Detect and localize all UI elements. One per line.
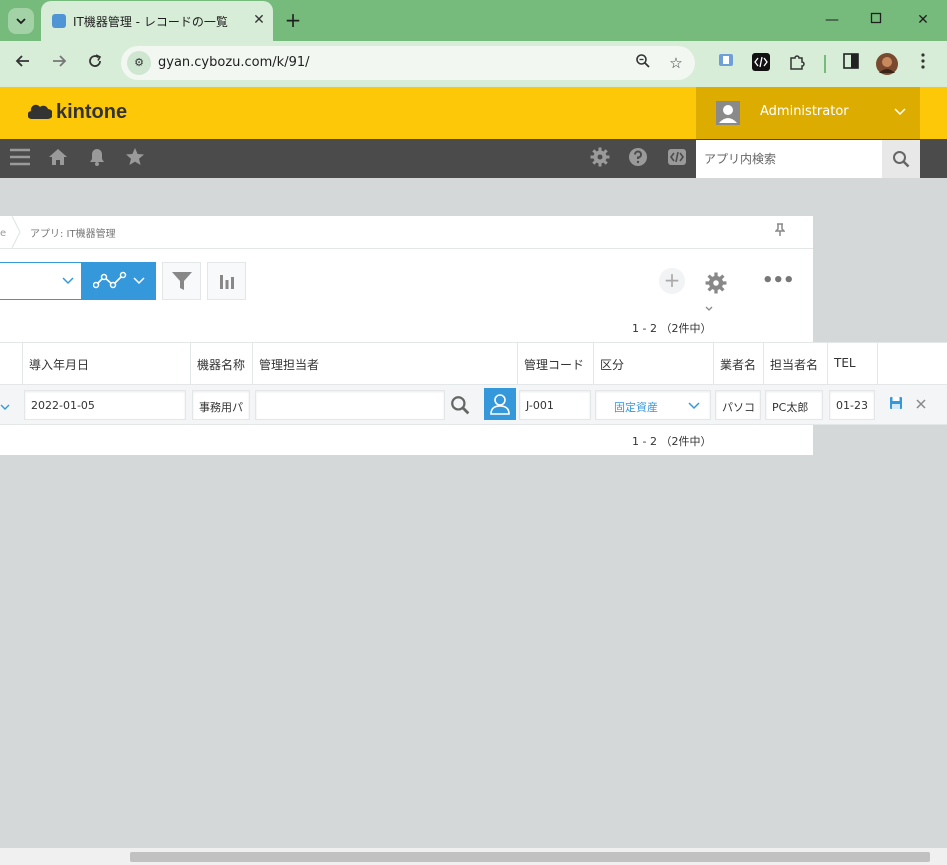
- bar-chart-icon: [219, 275, 234, 289]
- manager-field[interactable]: [255, 390, 445, 420]
- url-text[interactable]: gyan.cybozu.com/k/91/: [158, 55, 310, 70]
- chevron-down-icon: [133, 277, 145, 285]
- search-icon: [893, 151, 910, 168]
- column-header-manager[interactable]: 管理担当者: [252, 343, 517, 384]
- extensions-puzzle-icon[interactable]: [786, 53, 808, 75]
- translate-extension-icon[interactable]: [715, 53, 737, 75]
- tab-search-button[interactable]: [8, 8, 34, 34]
- contact-field[interactable]: PC太郎: [765, 390, 823, 420]
- user-avatar: [716, 101, 740, 125]
- back-arrow-icon[interactable]: [12, 53, 34, 75]
- browser-tab-active[interactable]: IT機器管理 - レコードの一覧 ✕: [41, 1, 273, 41]
- breadcrumb-divider: [0, 248, 813, 249]
- notification-bell-icon[interactable]: [85, 147, 109, 171]
- search-icon[interactable]: [450, 395, 472, 417]
- side-panel-icon[interactable]: [840, 53, 862, 75]
- code-field[interactable]: J-001: [519, 390, 591, 420]
- category-dropdown[interactable]: 固定資産: [595, 390, 711, 420]
- hamburger-menu-icon[interactable]: [8, 147, 32, 171]
- bookmark-star-icon[interactable]: ☆: [666, 53, 686, 73]
- favorites-star-icon[interactable]: [123, 147, 147, 171]
- device-name-field[interactable]: 事務用パ: [192, 390, 250, 420]
- column-header-date[interactable]: 導入年月日: [22, 343, 190, 384]
- breadcrumb-separator-icon: e: [0, 216, 21, 248]
- user-menu[interactable]: Administrator: [696, 87, 920, 139]
- kintone-logo-text[interactable]: kintone: [56, 101, 127, 124]
- minimize-window-icon[interactable]: —: [822, 10, 842, 30]
- browser-toolbar: ⚙ gyan.cybozu.com/k/91/ ☆: [0, 41, 947, 87]
- browser-tab-bar: IT機器管理 - レコードの一覧 ✕ + — ✕: [0, 0, 947, 41]
- app-settings-gear-icon[interactable]: [588, 147, 612, 171]
- date-field[interactable]: 2022-01-05: [24, 390, 186, 420]
- table-row: 2022-01-05 事務用パ J-001 固定資産 パソコ PC太郎 01-2…: [0, 385, 947, 425]
- app-search-input[interactable]: [696, 140, 882, 178]
- column-header-contact[interactable]: 担当者名: [763, 343, 827, 384]
- horizontal-scrollbar[interactable]: [0, 848, 947, 865]
- maximize-window-icon[interactable]: [866, 10, 886, 30]
- kintone-logo-icon: [28, 104, 52, 120]
- user-picker-button[interactable]: [484, 388, 516, 420]
- scrollbar-thumb[interactable]: [130, 852, 930, 862]
- code-extension-icon[interactable]: [750, 53, 772, 75]
- line-graph-icon: [93, 271, 127, 289]
- developer-code-icon[interactable]: [665, 147, 689, 171]
- toolbar-divider: [824, 55, 826, 73]
- app-search-button[interactable]: [882, 140, 920, 178]
- chevron-down-icon: [16, 18, 26, 25]
- tel-field[interactable]: 01-23: [829, 390, 875, 420]
- add-record-button[interactable]: +: [659, 268, 685, 294]
- chevron-down-icon: [60, 273, 76, 289]
- column-header-device-name[interactable]: 機器名称: [190, 343, 252, 384]
- cancel-edit-icon[interactable]: [911, 395, 931, 415]
- zoom-icon[interactable]: [633, 53, 653, 73]
- graph-selector-button[interactable]: [82, 262, 156, 300]
- chevron-down-icon: [705, 306, 713, 311]
- user-name: Administrator: [760, 104, 849, 119]
- pagination-top: 1 - 2 （2件中）: [632, 322, 712, 335]
- pagination-bottom: 1 - 2 （2件中）: [632, 435, 712, 448]
- filter-button[interactable]: [162, 262, 201, 300]
- app-search-box[interactable]: [696, 140, 882, 178]
- chart-button[interactable]: [207, 262, 246, 300]
- site-info-icon[interactable]: ⚙: [127, 51, 151, 75]
- gear-icon: [705, 272, 727, 293]
- filter-funnel-icon: [171, 272, 192, 290]
- breadcrumb-app[interactable]: アプリ: IT機器管理: [30, 225, 116, 240]
- home-icon[interactable]: [46, 147, 70, 171]
- kintone-app-favicon-icon: [52, 14, 66, 28]
- column-header-actions: [877, 343, 947, 384]
- chevron-down-icon: [688, 402, 700, 410]
- column-header-tel[interactable]: TEL: [827, 343, 877, 384]
- help-icon[interactable]: [626, 147, 650, 171]
- forward-arrow-icon[interactable]: [48, 53, 70, 75]
- user-icon: [490, 394, 510, 415]
- new-tab-button[interactable]: +: [283, 10, 303, 30]
- more-options-icon[interactable]: •••: [762, 268, 795, 294]
- category-value: 固定資産: [614, 401, 658, 414]
- tab-title: IT機器管理 - レコードの一覧: [73, 15, 228, 29]
- profile-avatar[interactable]: [876, 53, 898, 75]
- browser-menu-icon[interactable]: [912, 53, 934, 75]
- record-table-header: 導入年月日 機器名称 管理担当者 管理コード 区分 業者名 担当者名 TEL: [0, 342, 947, 385]
- kintone-global-nav: [0, 139, 947, 178]
- view-settings-button[interactable]: [705, 268, 741, 311]
- reload-icon[interactable]: [84, 53, 106, 75]
- vendor-field[interactable]: パソコ: [715, 390, 761, 420]
- chevron-down-icon[interactable]: [0, 397, 12, 411]
- chevron-down-icon: [892, 102, 908, 122]
- column-header-code[interactable]: 管理コード: [517, 343, 593, 384]
- address-bar[interactable]: ⚙ gyan.cybozu.com/k/91/ ☆: [121, 46, 695, 80]
- column-header-vendor[interactable]: 業者名: [713, 343, 763, 384]
- save-icon[interactable]: [886, 395, 906, 415]
- kintone-header: kintone Administrator: [0, 87, 947, 139]
- close-window-icon[interactable]: ✕: [913, 10, 933, 30]
- svg-text:e: e: [0, 228, 6, 239]
- view-selector[interactable]: [0, 262, 82, 300]
- tab-close-icon[interactable]: ✕: [250, 11, 268, 29]
- column-header-category[interactable]: 区分: [593, 343, 713, 384]
- pin-icon[interactable]: [772, 223, 788, 239]
